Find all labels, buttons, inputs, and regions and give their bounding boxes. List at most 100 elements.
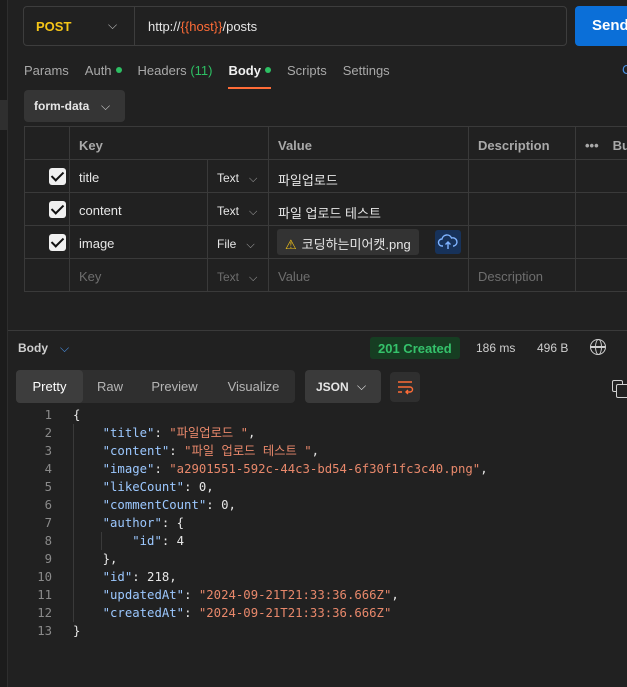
key-cell[interactable]: content xyxy=(69,193,208,225)
code-text: "updatedAt": "2024-09-21T21:33:36.666Z", xyxy=(102,588,399,602)
response-view-tabs: Pretty Raw Preview Visualize xyxy=(16,370,295,403)
copy-icon[interactable] xyxy=(612,380,627,398)
response-time[interactable]: 186 ms xyxy=(476,341,515,355)
value-cell[interactable]: 파일 업로드 테스트 xyxy=(268,193,469,225)
rail-marker xyxy=(0,100,8,130)
tab-params[interactable]: Params xyxy=(24,63,69,87)
line-number: 5 xyxy=(44,480,52,494)
description-cell[interactable] xyxy=(468,226,576,258)
format-select[interactable]: JSON ⌵ xyxy=(305,370,381,403)
code-line: 4 "image": "a2901551-592c-44c3-bd54-6f30… xyxy=(0,460,627,478)
tab-label: Body xyxy=(228,63,261,78)
send-button[interactable]: Send xyxy=(575,6,627,46)
value-placeholder[interactable]: Value xyxy=(268,259,469,291)
type-select[interactable]: Text ⌵ xyxy=(207,160,269,192)
response-body-code[interactable]: 1{2 "title": "파일업로드 ", 3 "content": "파일 업… xyxy=(0,406,627,640)
line-number: 6 xyxy=(44,498,52,512)
check-cell xyxy=(24,259,69,291)
row-checkbox[interactable] xyxy=(49,201,66,218)
tab-headers[interactable]: Headers (11) xyxy=(138,63,213,87)
type-select[interactable]: Text ⌵ xyxy=(207,259,269,291)
type-select[interactable]: Text ⌵ xyxy=(207,193,269,225)
chevron-down-icon: ⌵ xyxy=(101,99,111,113)
code-line: 6 "commentCount": 0, xyxy=(0,496,627,514)
row-checkbox[interactable] xyxy=(49,234,66,251)
view-tab-preview[interactable]: Preview xyxy=(137,370,212,403)
code-line: 1{ xyxy=(0,406,627,424)
value-cell: ⚠ 코딩하는미어캣.png xyxy=(268,226,469,258)
view-tab-pretty[interactable]: Pretty xyxy=(16,370,83,403)
line-number: 7 xyxy=(44,516,52,530)
code-text: }, xyxy=(73,552,118,566)
tab-settings[interactable]: Settings xyxy=(343,63,390,87)
line-number: 2 xyxy=(44,426,52,440)
globe-icon[interactable] xyxy=(590,339,606,355)
key-cell[interactable]: title xyxy=(69,160,208,192)
row-extra-cell xyxy=(575,226,627,258)
code-line: 5 "likeCount": 0, xyxy=(0,478,627,496)
line-number: 9 xyxy=(44,552,52,566)
form-data-table: Key Value Description ••• Bu title Text ⌵ … xyxy=(24,126,627,292)
response-label: Body xyxy=(18,341,48,355)
row-extra-cell xyxy=(575,160,627,192)
method-select[interactable]: POST ⌵ xyxy=(24,7,135,45)
wrap-lines-button[interactable] xyxy=(390,372,420,402)
bulk-edit-link[interactable]: Bu xyxy=(613,138,627,153)
tab-body[interactable]: Body xyxy=(228,63,271,89)
upload-button[interactable] xyxy=(435,230,461,254)
format-label: JSON xyxy=(316,380,349,394)
status-badge[interactable]: 201 Created xyxy=(370,337,460,359)
file-chip[interactable]: ⚠ 코딩하는미어캣.png xyxy=(277,229,419,255)
body-mode-select[interactable]: form-data ⌵ xyxy=(24,90,125,122)
description-cell[interactable] xyxy=(468,193,576,225)
response-size[interactable]: 496 B xyxy=(537,341,568,355)
tab-auth[interactable]: Auth xyxy=(85,63,122,87)
code-text: { xyxy=(73,408,81,422)
description-cell[interactable] xyxy=(468,160,576,192)
chevron-down-icon: ⌵ xyxy=(108,18,118,32)
type-label: Text xyxy=(217,204,240,218)
response-body-select[interactable]: Body ⌵ xyxy=(18,341,69,356)
chevron-down-icon: ⌵ xyxy=(249,206,258,218)
tab-label: Auth xyxy=(84,63,112,78)
code-line: 13} xyxy=(0,622,627,640)
value-cell[interactable]: 파일업로드 xyxy=(268,160,469,192)
header-key: Key xyxy=(69,127,269,159)
url-input[interactable]: http://{{host}}/posts xyxy=(148,19,257,34)
line-number: 13 xyxy=(37,624,52,638)
line-number: 12 xyxy=(37,606,52,620)
key-placeholder[interactable]: Key xyxy=(69,259,208,291)
check-cell xyxy=(24,226,69,258)
more-icon[interactable]: ••• xyxy=(585,138,599,153)
table-header: Key Value Description ••• Bu xyxy=(24,127,627,160)
code-line: 8 "id": 4 xyxy=(0,532,627,550)
view-tab-visualize[interactable]: Visualize xyxy=(212,370,295,403)
type-label: Text xyxy=(217,171,240,185)
url-variable: {{host}} xyxy=(180,19,223,34)
code-line: 2 "title": "파일업로드 ", xyxy=(0,424,627,442)
code-line: 10 "id": 218, xyxy=(0,568,627,586)
view-tab-raw[interactable]: Raw xyxy=(83,370,137,403)
code-line: 11 "updatedAt": "2024-09-21T21:33:36.666… xyxy=(0,586,627,604)
header-check-cell xyxy=(24,127,69,159)
status-dot-icon xyxy=(115,67,122,73)
pane-divider[interactable] xyxy=(8,330,627,331)
code-line: 3 "content": "파일 업로드 테스트 ", xyxy=(0,442,627,460)
code-line: 12 "createdAt": "2024-09-21T21:33:36.666… xyxy=(0,604,627,622)
tab-label: Settings xyxy=(342,63,390,78)
key-cell[interactable]: image xyxy=(69,226,208,258)
type-select[interactable]: File ⌵ xyxy=(207,226,269,258)
code-text: "likeCount": 0, xyxy=(102,480,214,494)
code-text: "image": "a2901551-592c-44c3-bd54-6f30f1… xyxy=(102,462,488,476)
row-checkbox[interactable] xyxy=(49,168,66,185)
tab-label: Params xyxy=(24,63,69,78)
line-number: 3 xyxy=(44,444,52,458)
code-text: "content": "파일 업로드 테스트 ", xyxy=(102,444,320,458)
cookies-link[interactable]: C xyxy=(622,62,627,77)
type-label: Text xyxy=(217,270,240,284)
code-text: "id": 4 xyxy=(132,534,185,548)
tab-label: Scripts xyxy=(286,63,327,78)
header-actions: ••• Bu xyxy=(575,127,627,159)
description-placeholder[interactable]: Description xyxy=(468,259,576,291)
tab-scripts[interactable]: Scripts xyxy=(287,63,327,87)
